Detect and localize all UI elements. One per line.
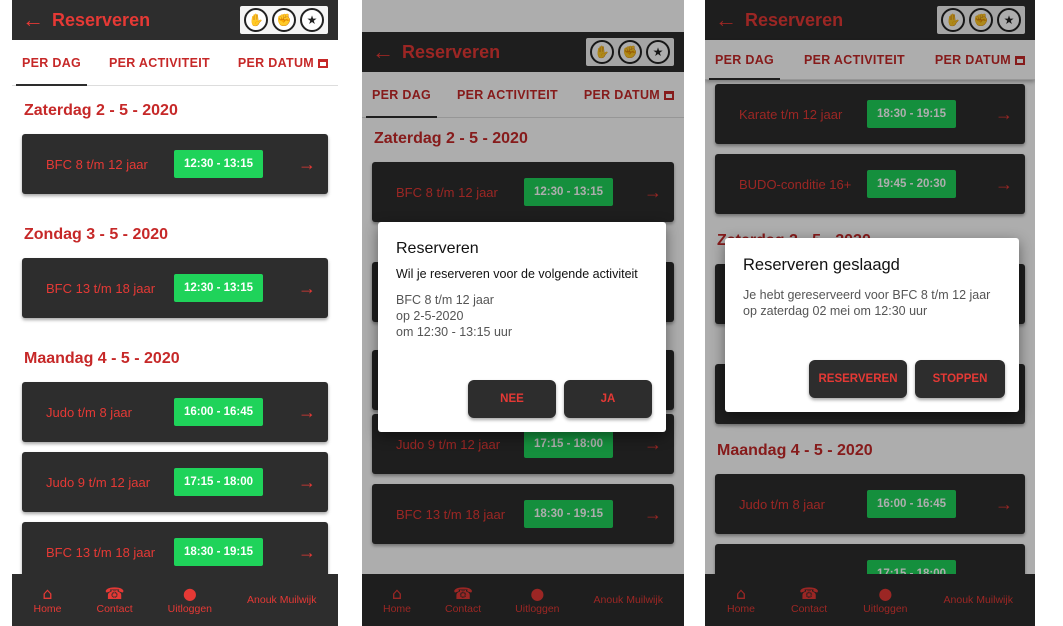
tab-per-dag[interactable]: PER DAG (15, 40, 88, 86)
bottom-nav: ⌂ Home ☎ Contact ● Uitloggen Anouk Muilwijk (12, 574, 338, 626)
app-title: Reserveren (52, 9, 151, 30)
club-logos: ✋ ✊ ★ (240, 6, 328, 34)
yes-button[interactable]: JA (564, 380, 652, 418)
tab-bar: PER DAG PER ACTIVITEIT PER DATUM (12, 40, 338, 86)
activity-name: Judo 9 t/m 12 jaar (46, 474, 151, 490)
date-header: Zondag 3 - 5 - 2020 (24, 226, 169, 243)
activity-list: Zaterdag 2 - 5 - 2020 BFC 8 t/m 12 jaar … (22, 84, 328, 592)
nav-home[interactable]: ⌂ Home (33, 584, 62, 616)
confirm-dialog: Reserveren Wil je reserveren voor de vol… (378, 222, 666, 432)
app-bar: ← Reserveren ✋ ✊ ★ (12, 0, 338, 40)
account-circle-icon: ● (182, 584, 197, 603)
home-icon: ⌂ (42, 584, 53, 603)
activity-name: BFC 13 t/m 18 jaar (46, 280, 156, 296)
activity-card[interactable]: BFC 13 t/m 18 jaar 18:30 - 19:15 → (22, 522, 328, 582)
dialog-actions: RESERVEREN STOPPEN (809, 360, 1005, 398)
phone-screen-per-dag: ← Reserveren ✋ ✊ ★ PER DAG PER ACTIVITEI… (12, 0, 338, 626)
nav-logout[interactable]: ● Uitloggen (167, 584, 213, 616)
fist-logo-icon: ✊ (272, 8, 296, 32)
screen: Karate t/m 12 jaar 18:30 - 19:15 → BUDO-… (705, 0, 1035, 626)
arrow-right-icon: → (298, 541, 316, 562)
date-header: Zaterdag 2 - 5 - 2020 (24, 102, 178, 119)
nav-contact-label: Contact (96, 603, 133, 615)
nav-contact[interactable]: ☎ Contact (96, 584, 133, 616)
arrow-right-icon: → (298, 401, 316, 422)
time-badge: 16:00 - 16:45 (174, 398, 264, 426)
activity-name: BFC 13 t/m 18 jaar (46, 544, 156, 560)
time-badge: 17:15 - 18:00 (174, 468, 264, 496)
time-badge: 18:30 - 19:15 (174, 538, 264, 566)
tab-per-datum[interactable]: PER DATUM (238, 40, 328, 86)
arrow-right-icon: → (298, 153, 316, 174)
dialog-message: Je hebt gereserveerd voor BFC 8 t/m 12 j… (743, 288, 991, 302)
dialog-message: Wil je reserveren voor de volgende activ… (396, 267, 638, 281)
screenshot-collage: ← Reserveren ✋ ✊ ★ PER DAG PER ACTIVITEI… (0, 0, 1063, 626)
dialog-time: om 12:30 - 13:15 uur (396, 325, 513, 339)
arrow-right-icon: → (298, 277, 316, 298)
dialog-date-time: op zaterdag 02 mei om 12:30 uur (743, 304, 928, 318)
back-arrow-icon[interactable]: ← (22, 0, 52, 40)
calendar-icon (317, 58, 328, 68)
nav-logout-label: Uitloggen (167, 603, 213, 615)
reserveren-button[interactable]: RESERVEREN (809, 360, 907, 398)
muilwijk-logo-icon: ★ (300, 8, 324, 32)
stoppen-button[interactable]: STOPPEN (915, 360, 1005, 398)
no-button[interactable]: NEE (468, 380, 556, 418)
activity-name: BFC 8 t/m 12 jaar (46, 156, 148, 172)
activity-card[interactable]: BFC 8 t/m 12 jaar 12:30 - 13:15 → (22, 134, 328, 194)
hand-logo-icon: ✋ (244, 8, 268, 32)
phone-icon: ☎ (104, 584, 125, 603)
time-badge: 12:30 - 13:15 (174, 150, 264, 178)
activity-name: Judo t/m 8 jaar (46, 404, 132, 420)
activity-card[interactable]: Judo t/m 8 jaar 16:00 - 16:45 → (22, 382, 328, 442)
activity-card[interactable]: BFC 13 t/m 18 jaar 12:30 - 13:15 → (22, 258, 328, 318)
dialog-title: Reserveren (396, 240, 479, 257)
nav-home-label: Home (33, 603, 62, 615)
dialog-title: Reserveren geslaagd (743, 256, 900, 274)
screen: ← Reserveren ✋ ✊ ★ PER DAG PER ACTIVITEI… (362, 0, 684, 626)
date-header: Maandag 4 - 5 - 2020 (24, 350, 180, 367)
tab-per-datum-label: PER DATUM (237, 55, 314, 70)
tab-per-activiteit[interactable]: PER ACTIVITEIT (109, 40, 210, 86)
dialog-activity: BFC 8 t/m 12 jaar (396, 293, 494, 307)
phone-screen-confirm: ← Reserveren ✋ ✊ ★ PER DAG PER ACTIVITEI… (362, 0, 684, 626)
user-name: Anouk Muilwijk (247, 594, 317, 606)
screen: ← Reserveren ✋ ✊ ★ PER DAG PER ACTIVITEI… (12, 0, 338, 626)
activity-card[interactable]: Judo 9 t/m 12 jaar 17:15 - 18:00 → (22, 452, 328, 512)
success-dialog: Reserveren geslaagd Je hebt gereserveerd… (725, 238, 1019, 412)
arrow-right-icon: → (298, 471, 316, 492)
time-badge: 12:30 - 13:15 (174, 274, 264, 302)
phone-screen-success: Karate t/m 12 jaar 18:30 - 19:15 → BUDO-… (705, 0, 1035, 626)
dialog-actions: NEE JA (468, 380, 652, 418)
dialog-date: op 2-5-2020 (396, 309, 464, 323)
